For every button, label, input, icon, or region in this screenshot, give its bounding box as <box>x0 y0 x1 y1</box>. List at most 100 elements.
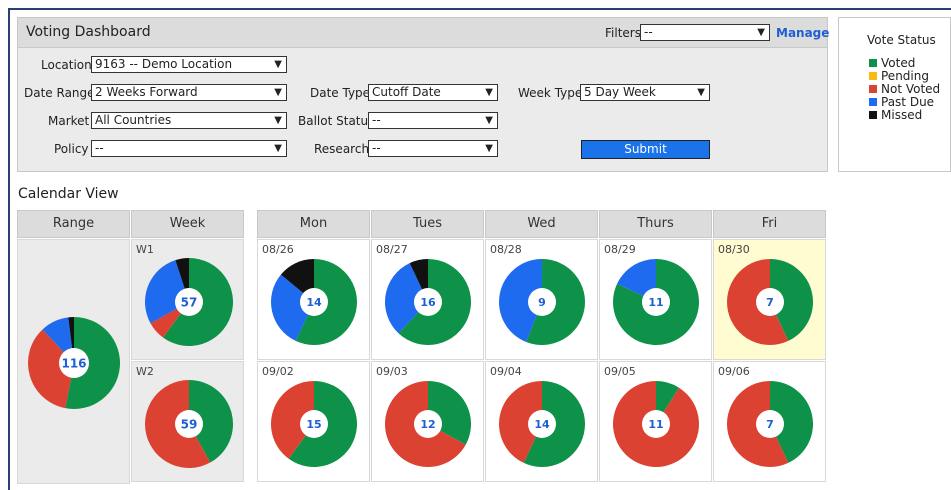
donut-total: 11 <box>648 418 663 431</box>
day-cell[interactable]: 08/30 7 <box>713 239 826 360</box>
header-fri: Fri <box>713 210 826 238</box>
location-select[interactable]: 9163 -- Demo Location ▼ <box>91 56 287 73</box>
location-label: Location <box>41 58 92 72</box>
date-label: 09/04 <box>490 365 522 378</box>
vote-donut-chart[interactable]: 7 <box>726 258 814 346</box>
vote-donut-chart[interactable]: 14 <box>270 258 358 346</box>
date-type-label: Date Type <box>310 86 371 100</box>
donut-total: 15 <box>306 418 321 431</box>
donut-total: 57 <box>181 295 198 309</box>
date-label: 09/03 <box>376 365 408 378</box>
legend-item-past-due: Past Due <box>869 96 934 108</box>
chevron-down-icon: ▼ <box>485 115 493 126</box>
filters-select[interactable]: -- ▼ <box>640 24 770 41</box>
donut-total: 12 <box>420 418 435 431</box>
date-label: W2 <box>136 365 154 378</box>
chevron-down-icon: ▼ <box>274 115 282 126</box>
chevron-down-icon: ▼ <box>274 143 282 154</box>
vote-donut-chart[interactable]: 16 <box>384 258 472 346</box>
filter-panel: Voting Dashboard Filters -- ▼ Manage Loca… <box>17 17 829 172</box>
donut-total: 14 <box>306 296 322 309</box>
date-range-select[interactable]: 2 Weeks Forward ▼ <box>91 84 287 101</box>
research-select[interactable]: -- ▼ <box>368 140 498 157</box>
header-week: Week <box>131 210 244 238</box>
donut-total: 9 <box>538 296 546 309</box>
donut-total: 7 <box>766 418 774 431</box>
header-tues: Tues <box>371 210 484 238</box>
chevron-down-icon: ▼ <box>485 143 493 154</box>
day-cell[interactable]: 08/27 16 <box>371 239 484 360</box>
week-cell[interactable]: W1 57 <box>131 239 244 360</box>
policy-select[interactable]: -- ▼ <box>91 140 287 157</box>
market-select[interactable]: All Countries ▼ <box>91 112 287 129</box>
day-cell[interactable]: 08/28 9 <box>485 239 598 360</box>
chevron-down-icon: ▼ <box>757 27 765 38</box>
day-cell[interactable]: 09/06 7 <box>713 361 826 482</box>
donut-total: 116 <box>61 356 86 370</box>
donut-total: 16 <box>420 296 436 309</box>
legend-item-pending: Pending <box>869 70 929 82</box>
date-label: 08/27 <box>376 243 408 256</box>
date-label: 09/06 <box>718 365 750 378</box>
filters-label: Filters <box>605 26 641 40</box>
ballot-status-select[interactable]: -- ▼ <box>368 112 498 129</box>
market-label: Market <box>48 114 90 128</box>
vote-donut-chart[interactable]: 9 <box>498 258 586 346</box>
donut-total: 59 <box>181 417 198 431</box>
legend-item-missed: Missed <box>869 109 922 121</box>
day-cell[interactable]: 09/02 15 <box>257 361 370 482</box>
page-title: Voting Dashboard <box>26 24 151 40</box>
manage-link[interactable]: Manage <box>776 26 829 40</box>
week-cell[interactable]: W2 59 <box>131 361 244 482</box>
vote-donut-chart[interactable]: 7 <box>726 380 814 468</box>
day-cell[interactable]: 09/03 12 <box>371 361 484 482</box>
header-thurs: Thurs <box>599 210 712 238</box>
swatch <box>869 111 877 119</box>
chevron-down-icon: ▼ <box>697 87 705 98</box>
legend-item-voted: Voted <box>869 57 915 69</box>
donut-total: 7 <box>766 296 774 309</box>
donut-total: 11 <box>648 296 663 309</box>
calendar-view-title: Calendar View <box>18 186 119 202</box>
vote-donut-chart[interactable]: 11 <box>612 258 700 346</box>
day-cell[interactable]: 09/05 11 <box>599 361 712 482</box>
header-mon: Mon <box>257 210 370 238</box>
research-label: Research <box>314 142 370 156</box>
vote-donut-chart[interactable]: 116 <box>27 316 121 410</box>
date-label: 08/30 <box>718 243 750 256</box>
swatch <box>869 59 877 67</box>
chevron-down-icon: ▼ <box>274 87 282 98</box>
swatch <box>869 85 877 93</box>
date-range-label: Date Range <box>24 86 95 100</box>
range-cell[interactable]: 116 <box>17 239 130 484</box>
chevron-down-icon: ▼ <box>485 87 493 98</box>
vote-donut-chart[interactable]: 15 <box>270 380 358 468</box>
chevron-down-icon: ▼ <box>274 59 282 70</box>
vote-donut-chart[interactable]: 57 <box>144 257 234 347</box>
week-type-label: Week Type <box>518 86 583 100</box>
vote-donut-chart[interactable]: 12 <box>384 380 472 468</box>
date-label: 09/05 <box>604 365 636 378</box>
date-label: 08/29 <box>604 243 636 256</box>
submit-button[interactable]: Submit <box>581 140 710 159</box>
legend-title: Vote Status <box>867 33 936 47</box>
donut-total: 14 <box>534 418 550 431</box>
ballot-status-label: Ballot Status <box>298 114 375 128</box>
vote-donut-chart[interactable]: 59 <box>144 379 234 469</box>
date-label: 08/28 <box>490 243 522 256</box>
header-range: Range <box>17 210 130 238</box>
date-label: 08/26 <box>262 243 294 256</box>
vote-donut-chart[interactable]: 11 <box>612 380 700 468</box>
day-cell[interactable]: 09/04 14 <box>485 361 598 482</box>
policy-label: Policy <box>54 142 89 156</box>
week-type-select[interactable]: 5 Day Week ▼ <box>580 84 710 101</box>
swatch <box>869 72 877 80</box>
date-label: W1 <box>136 243 154 256</box>
date-label: 09/02 <box>262 365 294 378</box>
day-cell[interactable]: 08/26 14 <box>257 239 370 360</box>
day-cell[interactable]: 08/29 11 <box>599 239 712 360</box>
swatch <box>869 98 877 106</box>
vote-donut-chart[interactable]: 14 <box>498 380 586 468</box>
date-type-select[interactable]: Cutoff Date ▼ <box>368 84 498 101</box>
legend-item-not-voted: Not Voted <box>869 83 940 95</box>
